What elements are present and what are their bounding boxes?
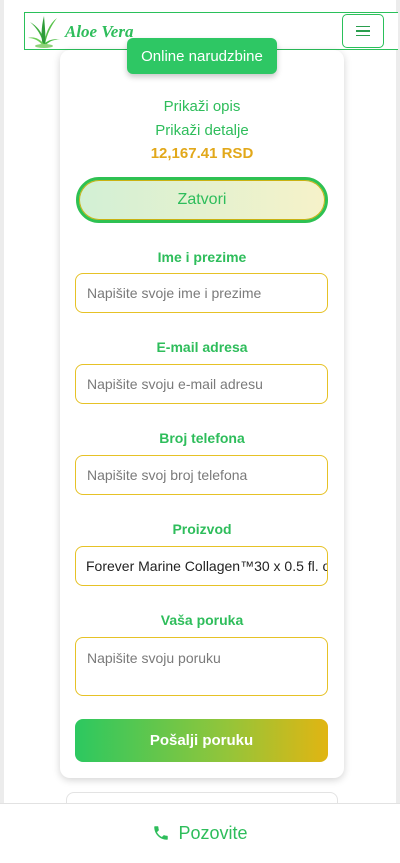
phone-label: Broj telefona [159, 430, 245, 446]
call-label: Pozovite [178, 823, 248, 843]
show-description-link[interactable]: Prikaži opis [60, 98, 344, 115]
product-price: 12,167.41 RSD [150, 145, 254, 162]
brand-link[interactable]: Aloe Vera [27, 14, 133, 48]
product-label: Proizvod [172, 521, 232, 537]
name-input[interactable] [75, 273, 328, 313]
aloe-leaf-icon [28, 16, 60, 48]
hamburger-menu-icon [356, 25, 370, 28]
phone-icon [154, 825, 169, 840]
brand-name: Aloe Vera [65, 22, 134, 41]
call-bar[interactable]: Pozovite [0, 803, 400, 863]
product-select[interactable]: Forever Marine Collagen™30 x 0.5 fl. oz [75, 546, 328, 586]
name-label: Ime i prezime [157, 249, 247, 265]
show-details-link[interactable]: Prikaži detalje [60, 122, 344, 139]
email-input[interactable] [75, 364, 328, 404]
online-order-badge: Online narudzbine [127, 38, 277, 74]
email-label: E-mail adresa [156, 339, 248, 355]
message-textarea[interactable] [75, 637, 328, 696]
menu-toggle-button[interactable] [342, 14, 384, 48]
phone-input[interactable] [75, 455, 328, 495]
message-label: Vaša poruka [160, 612, 244, 628]
send-message-button[interactable]: Pošalji poruku [75, 719, 328, 762]
close-button[interactable]: Zatvori [76, 177, 328, 223]
